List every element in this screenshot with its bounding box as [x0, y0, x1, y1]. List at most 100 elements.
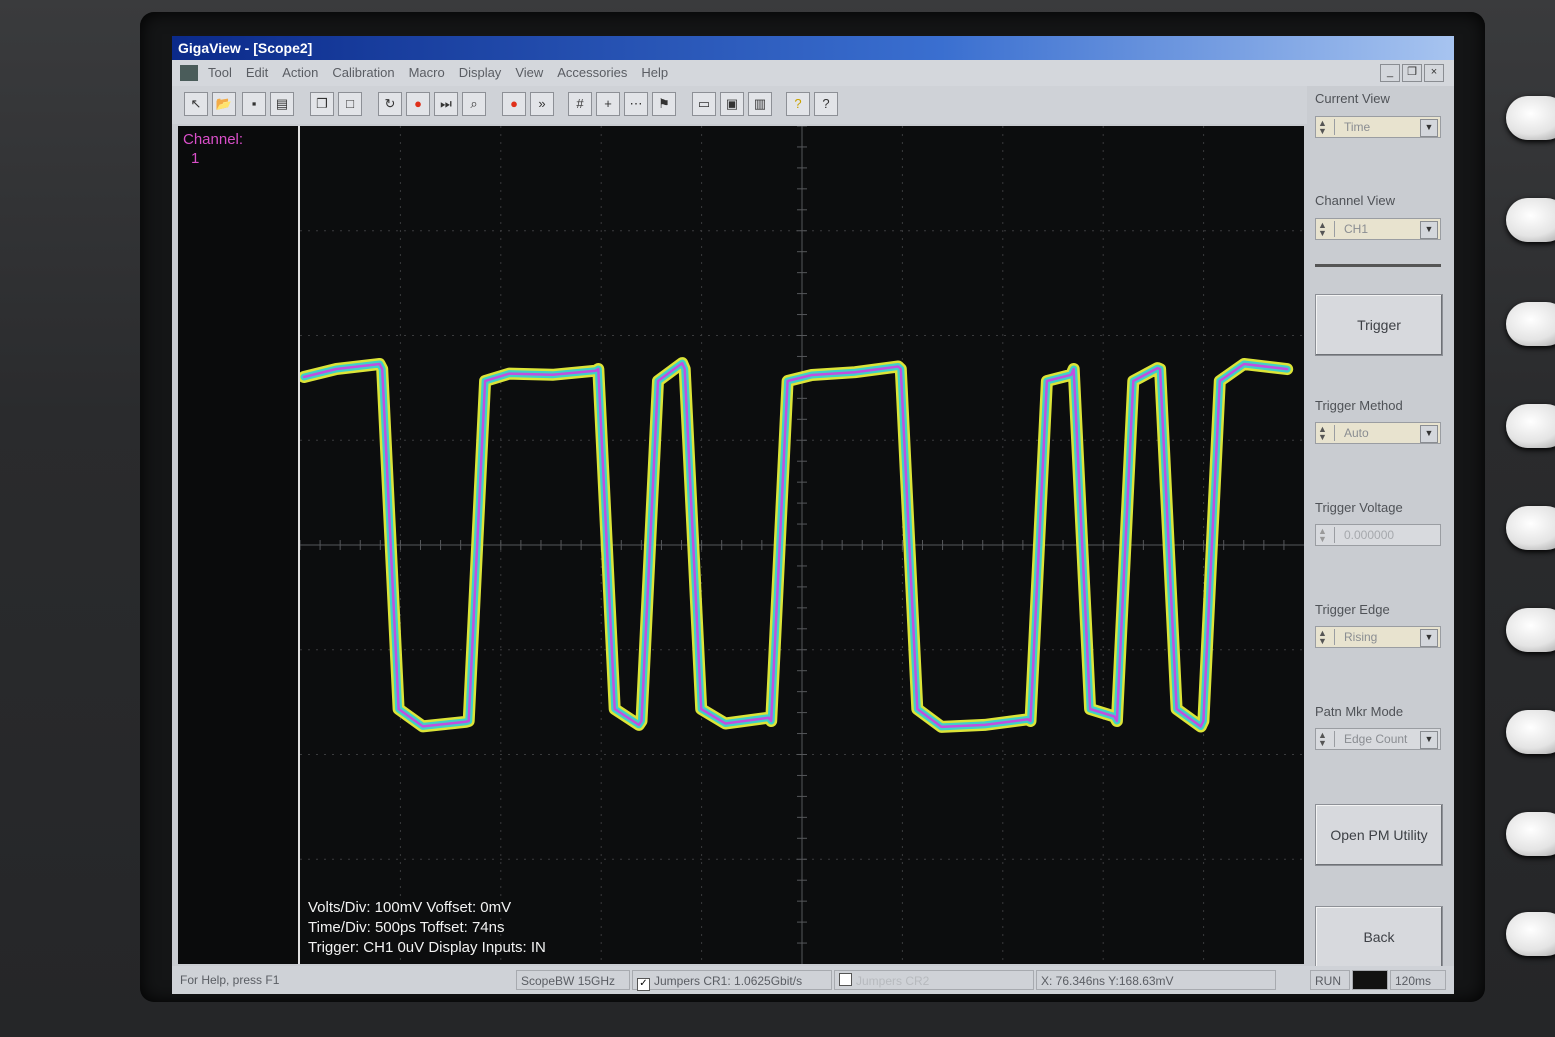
pointer-icon[interactable]: ↖: [184, 92, 208, 116]
cursor-readout: X: 76.346ns Y:168.63mV: [1036, 970, 1276, 990]
menu-view[interactable]: View: [515, 60, 543, 86]
zoom-icon[interactable]: ⌕: [462, 92, 486, 116]
spin-icon[interactable]: ▲ ▼: [1318, 731, 1335, 748]
jumpers-cr1-status[interactable]: ✓ Jumpers CR1: 1.0625Gbit/s: [632, 970, 832, 991]
channel-panel: Channel: 1: [178, 126, 298, 964]
help-icon[interactable]: ?: [786, 92, 810, 116]
open-pm-utility-button[interactable]: Open PM Utility: [1315, 804, 1443, 866]
chevron-down-icon[interactable]: ▼: [1420, 119, 1438, 137]
grid-icon[interactable]: #: [568, 92, 592, 116]
softkey-3[interactable]: [1506, 302, 1555, 346]
softkey-1[interactable]: [1506, 96, 1555, 140]
report-icon[interactable]: ▥: [748, 92, 772, 116]
measure-icon[interactable]: ⋯: [624, 92, 648, 116]
spin-icon[interactable]: ▲ ▼: [1318, 221, 1335, 238]
trigger-readout: Trigger: CH1 0uV Display Inputs: IN: [308, 939, 546, 956]
softkey-8[interactable]: [1506, 812, 1555, 856]
restore-button[interactable]: ❐: [1402, 64, 1422, 82]
channel-label: Channel:: [183, 131, 244, 148]
spin-icon[interactable]: ▲ ▼: [1318, 527, 1335, 544]
trigger-method-value: Auto: [1344, 426, 1369, 440]
chevron-down-icon[interactable]: ▼: [1420, 731, 1438, 749]
help-hint: For Help, press F1: [180, 973, 280, 987]
fast-forward-icon[interactable]: »: [530, 92, 554, 116]
control-panel: Current View ▲ ▼ Time ▼ Channel View ▲ ▼ C…: [1307, 86, 1454, 968]
softkey-7[interactable]: [1506, 710, 1555, 754]
menu-macro[interactable]: Macro: [409, 60, 445, 86]
menu-help[interactable]: Help: [641, 60, 668, 86]
chevron-down-icon[interactable]: ▼: [1420, 425, 1438, 443]
channel-view-label: Channel View: [1315, 193, 1395, 208]
channel-view-select[interactable]: ▲ ▼ CH1 ▼: [1315, 218, 1441, 240]
open-icon[interactable]: 📂: [212, 92, 236, 116]
chevron-down-icon[interactable]: ▼: [1420, 221, 1438, 239]
export-icon[interactable]: ▭: [692, 92, 716, 116]
checkbox-icon[interactable]: [839, 973, 852, 986]
app-icon[interactable]: [180, 65, 198, 81]
softkey-6[interactable]: [1506, 608, 1555, 652]
run-status: RUN: [1310, 970, 1350, 990]
softkey-4[interactable]: [1506, 404, 1555, 448]
patn-mkr-select[interactable]: ▲ ▼ Edge Count ▼: [1315, 728, 1441, 750]
trigger-edge-select[interactable]: ▲ ▼ Rising ▼: [1315, 626, 1441, 648]
gigaview-window: GigaView - [Scope2] Tool Edit Action Cal…: [172, 36, 1454, 994]
jumpers-cr2-status[interactable]: Jumpers CR2: [834, 970, 1034, 990]
save-icon[interactable]: ▪: [242, 92, 266, 116]
channel-number: 1: [191, 150, 200, 167]
copy-icon[interactable]: ❐: [310, 92, 334, 116]
menu-display[interactable]: Display: [459, 60, 502, 86]
close-button[interactable]: ×: [1424, 64, 1444, 82]
chevron-down-icon[interactable]: ▼: [1420, 629, 1438, 647]
divider: [1315, 264, 1441, 267]
trigger-voltage-input[interactable]: ▲ ▼ 0.000000: [1315, 524, 1441, 546]
minimize-button[interactable]: _: [1380, 64, 1400, 82]
window-title: GigaView - [Scope2]: [172, 36, 1454, 60]
patn-mkr-value: Edge Count: [1344, 732, 1408, 746]
marker-icon[interactable]: ⚑: [652, 92, 676, 116]
current-view-select[interactable]: ▲ ▼ Time ▼: [1315, 116, 1441, 138]
softkey-2[interactable]: [1506, 198, 1555, 242]
channel-view-value: CH1: [1344, 222, 1369, 236]
trigger-method-select[interactable]: ▲ ▼ Auto ▼: [1315, 422, 1441, 444]
menu-accessories[interactable]: Accessories: [557, 60, 627, 86]
print-icon[interactable]: ▤: [270, 92, 294, 116]
record-icon[interactable]: ●: [502, 92, 526, 116]
current-view-value: Time: [1344, 120, 1371, 134]
menu-action[interactable]: Action: [282, 60, 318, 86]
menu-edit[interactable]: Edit: [246, 60, 268, 86]
jumpers-cr2-label: Jumpers CR2: [856, 974, 930, 988]
toolbar: ↖ 📂 ▪ ▤ ❐ □ ↻ ● ⏭ ⌕ ●» # + ⋯ ⚑ ▭ ▣ ▥??: [172, 86, 1307, 124]
back-button[interactable]: Back: [1315, 906, 1443, 968]
step-icon[interactable]: ⏭: [434, 92, 458, 116]
trigger-button[interactable]: Trigger: [1315, 294, 1443, 356]
menu-calibration[interactable]: Calibration: [332, 60, 394, 86]
scope-readout: Volts/Div: 100mV Voffset: 0mV Time/Div: …: [308, 898, 546, 958]
menu-tool[interactable]: Tool: [208, 60, 232, 86]
spin-icon[interactable]: ▲ ▼: [1318, 119, 1335, 136]
trigger-voltage-label: Trigger Voltage: [1315, 500, 1403, 515]
softkey-9[interactable]: [1506, 912, 1555, 956]
cycle-icon[interactable]: ↻: [378, 92, 402, 116]
spin-icon[interactable]: ▲ ▼: [1318, 425, 1335, 442]
trigger-voltage-value: 0.000000: [1344, 528, 1395, 542]
current-view-label: Current View: [1315, 91, 1390, 106]
trigger-edge-value: Rising: [1344, 630, 1378, 644]
time-status: 120ms: [1390, 970, 1446, 990]
checkbox-checked-icon[interactable]: ✓: [637, 978, 650, 991]
blank-icon[interactable]: □: [338, 92, 362, 116]
status-bar: For Help, press F1 ScopeBW 15GHz ✓ Jumper…: [172, 966, 1454, 994]
patn-mkr-label: Patn Mkr Mode: [1315, 704, 1404, 719]
waveform-display[interactable]: Volts/Div: 100mV Voffset: 0mV Time/Div: …: [298, 126, 1304, 964]
menu-bar: Tool Edit Action Calibration Macro Displ…: [172, 60, 1454, 86]
spin-icon[interactable]: ▲ ▼: [1318, 629, 1335, 646]
trigger-method-label: Trigger Method: [1315, 398, 1403, 413]
softkey-5[interactable]: [1506, 506, 1555, 550]
crosshair-icon[interactable]: +: [596, 92, 620, 116]
trigger-edge-label: Trigger Edge: [1315, 602, 1390, 617]
stop-icon[interactable]: ●: [406, 92, 430, 116]
waveform-svg: [300, 126, 1304, 964]
context-help-icon[interactable]: ?: [814, 92, 838, 116]
volts-div-readout: Volts/Div: 100mV Voffset: 0mV: [308, 899, 512, 916]
jumpers-cr1-label: Jumpers CR1: 1.0625Gbit/s: [654, 974, 803, 988]
compare-icon[interactable]: ▣: [720, 92, 744, 116]
